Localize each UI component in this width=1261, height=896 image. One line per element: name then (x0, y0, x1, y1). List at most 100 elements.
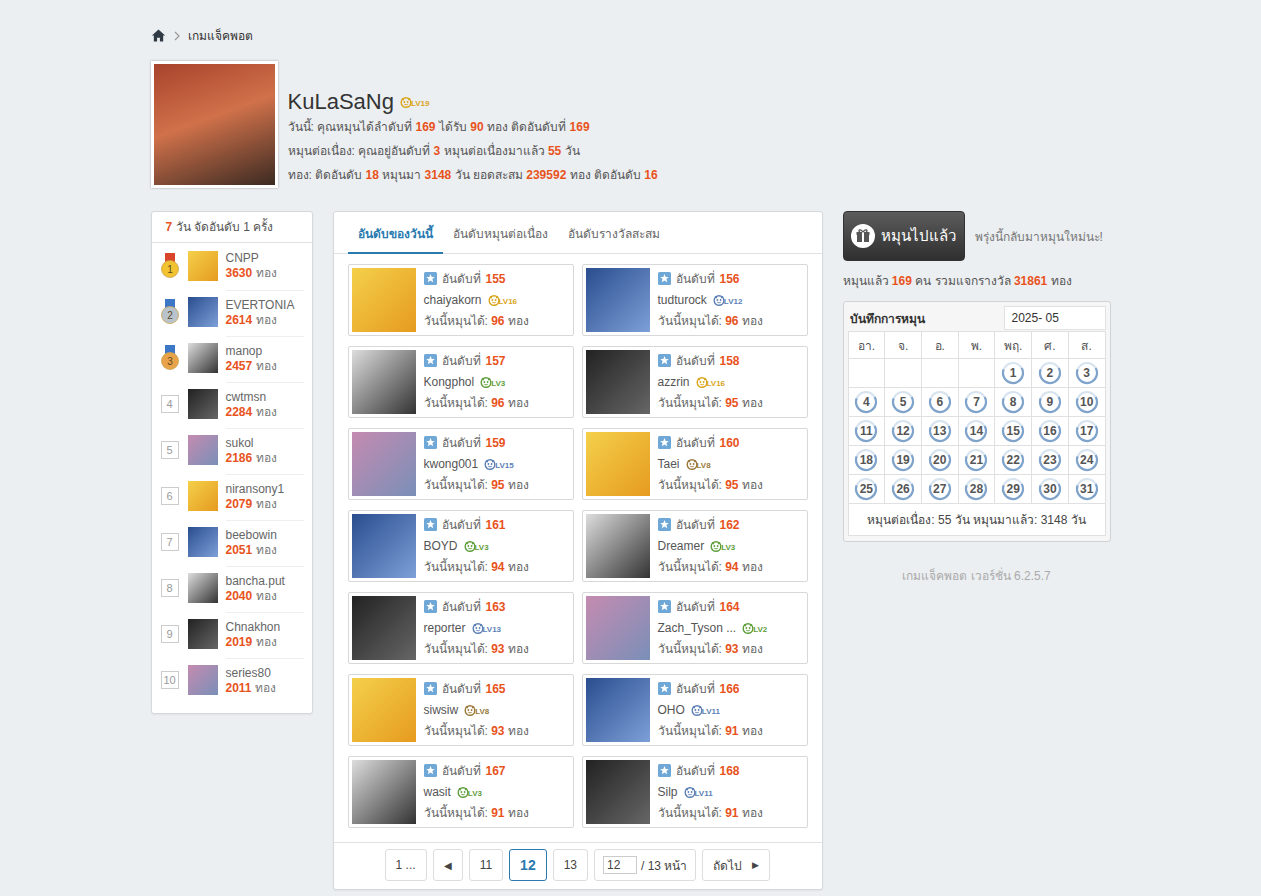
page-button[interactable]: 12 (509, 849, 547, 881)
weekday-header: ศ. (1032, 332, 1069, 359)
home-icon[interactable] (151, 28, 166, 43)
rank-number: 164 (720, 598, 740, 616)
star-icon (424, 518, 437, 531)
tab[interactable]: อันดับรางวัลสะสม (558, 212, 670, 254)
user-name: Zach_Tyson ... (658, 619, 737, 637)
next-button[interactable]: ถัดไป▶ (702, 849, 770, 881)
star-icon (658, 518, 671, 531)
rank-card[interactable]: อันดับที่ 162 Dreamer LV3 วันนี้หมุนได้:… (582, 510, 808, 582)
rank-card[interactable]: อันดับที่ 156 tudturock LV12 วันนี้หมุนไ… (582, 264, 808, 336)
level-emblem-icon (464, 704, 476, 716)
rank-label: อันดับที่ (676, 680, 715, 698)
rank-card[interactable]: อันดับที่ 160 Taei LV8 วันนี้หมุนได้: 95… (582, 428, 808, 500)
page-button[interactable]: 13 (553, 849, 588, 881)
user-name: tudturock (658, 291, 707, 309)
user-avatar (586, 760, 650, 824)
today-gold: วันนี้หมุนได้: 91 ทอง (658, 804, 804, 822)
rank-card[interactable]: อันดับที่ 155 chaiyakorn LV16 วันนี้หมุน… (348, 264, 574, 336)
calendar-day: 13 (922, 417, 959, 446)
rank-card[interactable]: อันดับที่ 165 siwsiw LV8 วันนี้หมุนได้: … (348, 674, 574, 746)
rank-card[interactable]: อันดับที่ 164 Zach_Tyson ... LV2 วันนี้ห… (582, 592, 808, 664)
calendar-day: 2 (1032, 359, 1069, 388)
calendar-day: 27 (922, 475, 959, 504)
rank-label: อันดับที่ (676, 516, 715, 534)
user-name: Taei (658, 455, 680, 473)
rank-card[interactable]: อันดับที่ 158 azzrin LV16 วันนี้หมุนได้:… (582, 346, 808, 418)
rank-card[interactable]: อันดับที่ 163 reporter LV13 วันนี้หมุนได… (348, 592, 574, 664)
user-name: OHO (658, 701, 685, 719)
rank-number: 168 (720, 762, 740, 780)
user-avatar (586, 268, 650, 332)
leaderboard-item[interactable]: 5 sukol 2186 ทอง (152, 427, 312, 473)
medal-icon: 2 (160, 299, 180, 325)
rank-card[interactable]: อันดับที่ 167 wasit LV3 วันนี้หมุนได้: 9… (348, 756, 574, 828)
spin-button[interactable]: หมุนไปแล้ว (843, 211, 965, 261)
gold-amount: 2051 ทอง (226, 543, 304, 558)
calendar-day: 9 (1032, 388, 1069, 417)
leaderboard-item[interactable]: 10 series80 2011 ทอง (152, 657, 312, 703)
calendar-day (885, 359, 922, 388)
version-label: เกมแจ็คพอต เวอร์ชั่น 6.2.5.7 (843, 566, 1111, 585)
leaderboard-item[interactable]: 4 cwtmsn 2284 ทอง (152, 381, 312, 427)
weekday-header: อา. (849, 332, 886, 359)
rank-number: 163 (486, 598, 506, 616)
rank-card[interactable]: อันดับที่ 166 OHO LV11 วันนี้หมุนได้: 91… (582, 674, 808, 746)
rank-card[interactable]: อันดับที่ 168 Silp LV11 วันนี้หมุนได้: 9… (582, 756, 808, 828)
user-name: reporter (424, 619, 466, 637)
level-emblem-icon (691, 704, 703, 716)
user-avatar (352, 432, 416, 496)
today-gold: วันนี้หมุนได้: 93 ทอง (424, 640, 570, 658)
page-button[interactable]: 1 ... (385, 849, 427, 881)
level-badge: LV3 (464, 540, 489, 552)
user-name: CNPP (226, 251, 304, 266)
breadcrumb-label[interactable]: เกมแจ็คพอต (188, 26, 253, 45)
calendar-day: 22 (995, 446, 1032, 475)
rank-number: 156 (720, 270, 740, 288)
page-button[interactable]: 11 (469, 849, 503, 881)
user-avatar (586, 514, 650, 578)
profile-info: KuLaSaNg LV19 วันนี้: คุณหมุนได้ลำดับที่… (288, 61, 658, 188)
leaderboard-item[interactable]: 8 bancha.put 2040 ทอง (152, 565, 312, 611)
gold-amount: 3630 ทอง (226, 266, 304, 281)
rank-card[interactable]: อันดับที่ 161 BOYD LV3 วันนี้หมุนได้: 94… (348, 510, 574, 582)
calendar-title: บันทึกการหมุน (850, 309, 925, 328)
level-badge: LV12 (713, 294, 743, 306)
user-name: Silp (658, 783, 678, 801)
leaderboard-item[interactable]: 3 manop 2457 ทอง (152, 335, 312, 381)
page-button[interactable]: ◀ (433, 849, 463, 881)
leaderboard-item[interactable]: 7 beebowin 2051 ทอง (152, 519, 312, 565)
rank-label: อันดับที่ (442, 598, 481, 616)
page-input[interactable] (603, 856, 637, 874)
user-avatar (188, 297, 218, 327)
user-avatar (188, 573, 218, 603)
level-badge: LV3 (480, 376, 505, 388)
user-avatar (586, 596, 650, 660)
calendar-day: 10 (1069, 388, 1106, 417)
rank-card[interactable]: อันดับที่ 157 Kongphol LV3 วันนี้หมุนได้… (348, 346, 574, 418)
rank-label: อันดับที่ (676, 434, 715, 452)
leaderboard-item[interactable]: 6 niransony1 2079 ทอง (152, 473, 312, 519)
weekly-leaderboard: 7 วัน จัดอันดับ 1 ครั้ง 1 CNPP 3630 ทอง2… (151, 211, 313, 714)
rank-number: 6 (161, 487, 179, 505)
user-name: series80 (226, 666, 304, 681)
level-emblem-icon (710, 540, 722, 552)
gold-amount: 2186 ทอง (226, 451, 304, 466)
tab[interactable]: อันดับหมุนต่อเนื่อง (443, 212, 558, 254)
level-badge: LV3 (457, 786, 482, 798)
leaderboard-item[interactable]: 1 CNPP 3630 ทอง (152, 243, 312, 289)
leaderboard-item[interactable]: 9 Chnakhon 2019 ทอง (152, 611, 312, 657)
user-avatar (352, 350, 416, 414)
rank-number: 8 (161, 579, 179, 597)
tab[interactable]: อันดับของวันนี้ (348, 212, 443, 254)
today-gold: วันนี้หมุนได้: 95 ทอง (658, 394, 804, 412)
rank-number: 165 (486, 680, 506, 698)
rank-card[interactable]: อันดับที่ 159 kwong001 LV15 วันนี้หมุนได… (348, 428, 574, 500)
level-badge: LV8 (464, 704, 489, 716)
calendar-day: 7 (959, 388, 996, 417)
month-field[interactable]: 2025- 05 (1004, 306, 1106, 330)
calendar-day (849, 359, 886, 388)
leaderboard-item[interactable]: 2 EVERTONIA 2614 ทอง (152, 289, 312, 335)
level-emblem-icon (684, 786, 696, 798)
user-name: Chnakhon (226, 620, 304, 635)
level-badge: LV16 (696, 376, 726, 388)
